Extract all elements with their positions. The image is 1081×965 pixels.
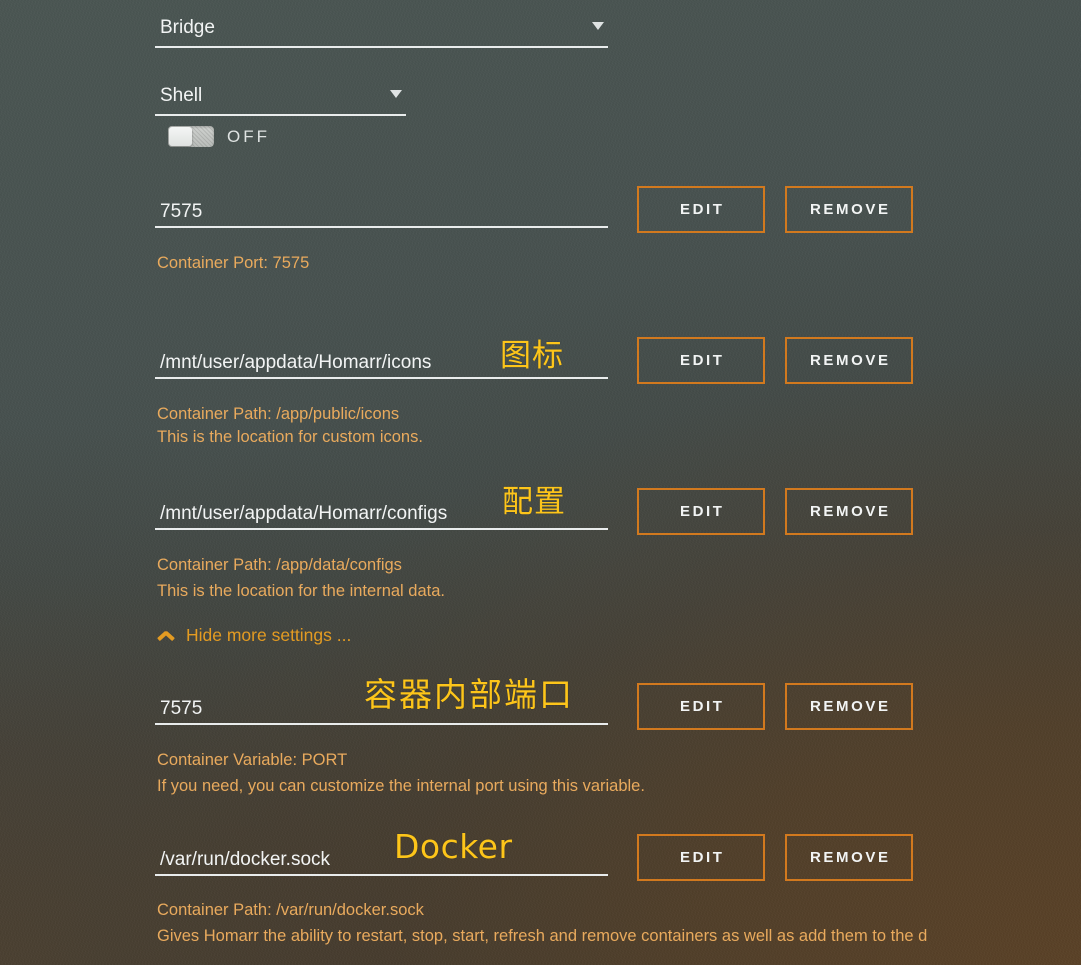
edit-button-port-7575[interactable]: EDIT [637, 186, 765, 233]
annotation-path-configs: 配置 [502, 484, 566, 520]
field-value: 7575 [160, 698, 203, 720]
field-port-7575[interactable]: 7575 [155, 190, 608, 228]
field-value: /mnt/user/appdata/Homarr/icons [160, 352, 432, 374]
field-value: /mnt/user/appdata/Homarr/configs [160, 503, 448, 525]
remove-button-path-icons[interactable]: REMOVE [785, 337, 913, 384]
annotation-variable-port: 容器内部端口 [364, 675, 574, 714]
field-path-docker-sock[interactable]: /var/run/docker.sock [155, 838, 608, 876]
remove-button-variable-port[interactable]: REMOVE [785, 683, 913, 730]
chevron-down-icon [390, 90, 402, 98]
helper-path-docker-sock-line-2: Gives Homarr the ability to restart, sto… [157, 927, 928, 945]
privileged-toggle-row: OFF [168, 126, 270, 147]
annotation-path-icons: 图标 [500, 338, 564, 374]
remove-button-path-configs[interactable]: REMOVE [785, 488, 913, 535]
console-shell-select[interactable]: Shell [155, 76, 406, 116]
privileged-toggle-label: OFF [227, 126, 270, 146]
remove-button-path-docker-sock[interactable]: REMOVE [785, 834, 913, 881]
helper-variable-port-line-2: If you need, you can customize the inter… [157, 777, 645, 795]
chevron-up-icon [158, 630, 175, 641]
network-type-select[interactable]: Bridge [155, 8, 608, 48]
edit-button-path-docker-sock[interactable]: EDIT [637, 834, 765, 881]
helper-variable-port-line-1: Container Variable: PORT [157, 751, 348, 769]
console-shell-value: Shell [160, 84, 203, 106]
helper-path-icons-line-1: Container Path: /app/public/icons [157, 405, 400, 423]
chevron-down-icon [592, 22, 604, 30]
hide-more-settings-label: Hide more settings ... [186, 625, 352, 645]
annotation-path-docker-sock: Docker [394, 827, 513, 866]
edit-button-variable-port[interactable]: EDIT [637, 683, 765, 730]
field-value: /var/run/docker.sock [160, 849, 331, 871]
helper-path-configs-line-1: Container Path: /app/data/configs [157, 556, 402, 574]
field-value: 7575 [160, 201, 203, 223]
helper-path-docker-sock-line-1: Container Path: /var/run/docker.sock [157, 901, 424, 919]
helper-port-7575-line-1: Container Port: 7575 [157, 254, 310, 272]
network-type-value: Bridge [160, 16, 215, 38]
toggle-knob [169, 127, 192, 146]
container-settings-form: Bridge Shell OFF 7575 Container Port: 75… [0, 0, 1081, 965]
edit-button-path-configs[interactable]: EDIT [637, 488, 765, 535]
helper-path-configs-line-2: This is the location for the internal da… [157, 582, 445, 600]
edit-button-path-icons[interactable]: EDIT [637, 337, 765, 384]
remove-button-port-7575[interactable]: REMOVE [785, 186, 913, 233]
privileged-toggle[interactable] [168, 126, 214, 147]
helper-path-icons-line-2: This is the location for custom icons. [157, 428, 423, 446]
hide-more-settings-link[interactable]: Hide more settings ... [158, 625, 351, 646]
